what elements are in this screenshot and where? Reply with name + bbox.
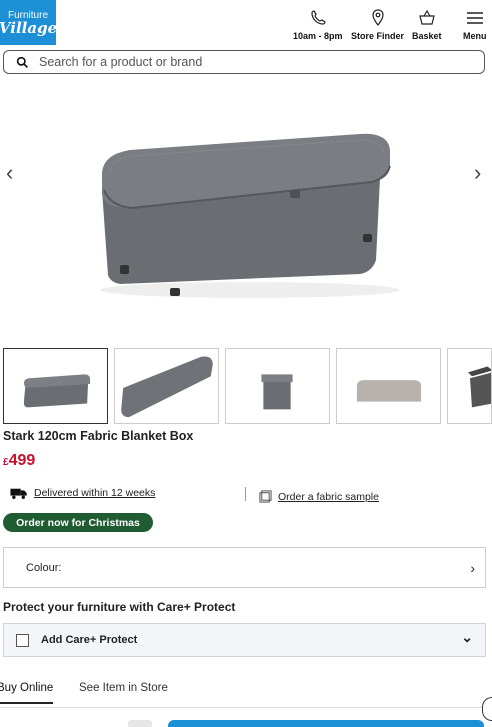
location-pin-icon <box>371 9 384 26</box>
christmas-badge: Order now for Christmas <box>3 513 153 532</box>
thumbnail-image <box>356 380 422 402</box>
store-finder-label: Store Finder <box>351 31 405 41</box>
search-bar[interactable] <box>3 50 485 74</box>
chevron-down-icon[interactable]: ⌄ <box>461 629 473 646</box>
basket-link[interactable]: Basket <box>412 8 442 41</box>
thumbnail-4[interactable] <box>336 348 441 424</box>
chevron-right-icon: › <box>470 559 475 576</box>
opening-hours-link[interactable]: 10am - 8pm <box>293 8 343 41</box>
search-input[interactable] <box>37 54 481 70</box>
basket-label: Basket <box>412 31 442 41</box>
store-finder-link[interactable]: Store Finder <box>351 8 404 41</box>
thumbnail-image <box>23 374 91 408</box>
chat-widget-button[interactable] <box>482 697 492 721</box>
care-protect-checkbox[interactable] <box>16 633 29 647</box>
hamburger-menu-icon <box>466 12 483 24</box>
thumbnail-image <box>468 366 491 408</box>
thumbnail-3[interactable] <box>225 348 330 424</box>
product-main-image <box>100 133 400 298</box>
colour-label: Colour: <box>26 561 62 574</box>
tab-divider <box>0 707 492 708</box>
quantity-control[interactable] <box>128 720 152 727</box>
info-divider <box>245 487 246 501</box>
price-value: 499 <box>8 452 36 469</box>
colour-selector[interactable]: Colour: › <box>3 547 486 588</box>
delivery-info: Delivered within 12 weeks <box>10 487 155 499</box>
thumbnail-image <box>261 374 293 410</box>
thumbnail-image <box>121 356 213 418</box>
search-icon <box>16 56 28 68</box>
menu-button[interactable]: Menu <box>463 8 487 41</box>
furniture-village-logo[interactable]: Furniture Village <box>0 0 58 45</box>
delivery-truck-icon <box>10 488 27 499</box>
protect-heading: Protect your furniture with Care+ Protec… <box>3 600 236 614</box>
fabric-sample: Order a fabric sample <box>259 490 379 503</box>
thumbnail-1[interactable] <box>3 348 108 424</box>
product-price: £499 <box>3 452 35 470</box>
tab-buy-online[interactable]: Buy Online <box>0 682 54 704</box>
phone-icon <box>311 10 326 25</box>
product-title: Stark 120cm Fabric Blanket Box <box>3 429 194 443</box>
fabric-swatch-icon <box>259 490 272 503</box>
gallery-next-button[interactable]: › <box>474 162 481 184</box>
care-protect-option[interactable]: Add Care+ Protect ⌄ <box>3 623 486 657</box>
gallery-prev-button[interactable]: ‹ <box>6 162 13 184</box>
thumbnail-5[interactable] <box>447 348 492 424</box>
fabric-sample-link[interactable]: Order a fabric sample <box>278 491 379 503</box>
logo-line-2: Village <box>0 18 58 37</box>
add-to-basket-button[interactable] <box>168 720 484 727</box>
basket-icon <box>418 9 435 25</box>
delivery-link[interactable]: Delivered within 12 weeks <box>34 487 155 499</box>
opening-hours-label: 10am - 8pm <box>293 31 343 41</box>
care-protect-label: Add Care+ Protect <box>41 634 138 646</box>
thumbnail-2[interactable] <box>114 348 219 424</box>
tab-see-in-store[interactable]: See Item in Store <box>79 682 168 694</box>
menu-label: Menu <box>463 31 487 41</box>
